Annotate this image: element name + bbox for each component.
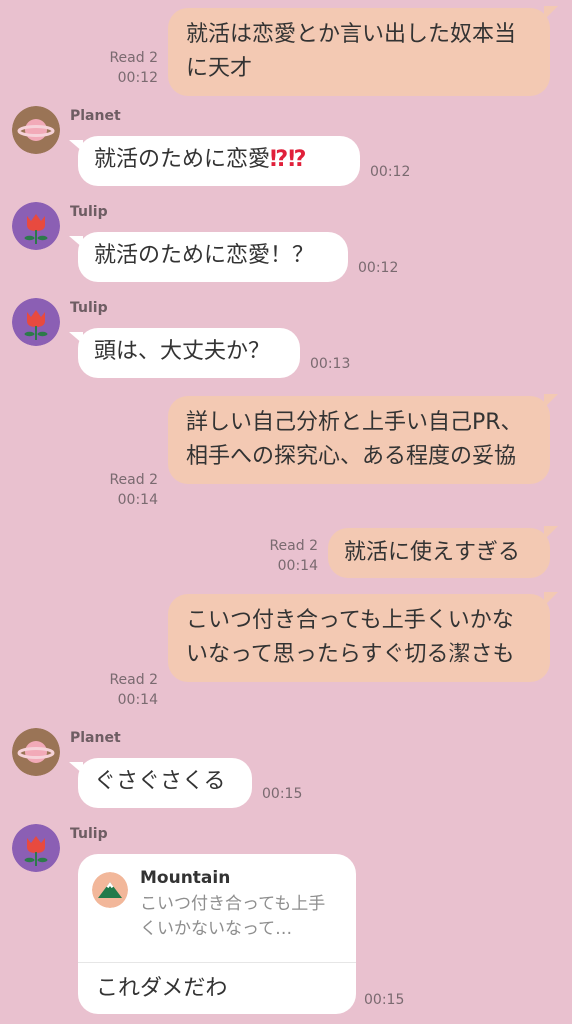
message-text: こいつ付き合っても上手くいかないなって思ったらすぐ切る潔さも [186,608,515,667]
timestamp: 00:15 [364,992,405,1008]
tulip-icon [12,298,60,346]
outgoing-message[interactable]: 詳しい自己分析と上手い自己PR、相手への探究心、ある程度の妥協 [168,394,558,484]
planet-icon [12,106,60,154]
avatar-mountain [92,872,128,908]
planet-icon [12,728,60,776]
read-receipt: Read 2 [269,538,318,554]
message-meta: Read 2 00:12 [100,48,158,88]
interrobang-emoji: ⁉⁉ [270,147,307,172]
timestamp: 00:14 [117,692,158,708]
quote-text: こいつ付き合っても上手くいかないなって… [140,894,326,939]
timestamp: 00:13 [310,356,351,372]
timestamp: 00:12 [358,260,399,276]
sender-name: Tulip [70,300,108,316]
message-text: ぐさぐさくる [94,769,226,794]
timestamp: 00:12 [370,164,411,180]
message-text: 詳しい自己分析と上手い自己PR、相手への探究心、ある程度の妥協 [186,410,523,469]
timestamp: 00:15 [262,786,303,802]
message-meta: Read 2 00:14 [100,670,158,710]
avatar-planet[interactable] [12,106,60,154]
outgoing-message[interactable]: こいつ付き合っても上手くいかないなって思ったらすぐ切る潔さも [168,592,558,682]
outgoing-message[interactable]: 就活は恋愛とか言い出した奴本当に天才 [168,6,558,96]
message-text: 就活のために恋愛！？ [94,243,315,268]
incoming-message[interactable]: ぐさぐさくる [69,758,252,808]
read-receipt: Read 2 [109,672,158,688]
incoming-message[interactable]: 就活のために恋愛！？ [69,232,348,282]
avatar-tulip[interactable] [12,202,60,250]
message-text: 就活は恋愛とか言い出した奴本当に天才 [186,22,517,81]
sender-name: Tulip [70,204,108,220]
tulip-icon [12,202,60,250]
quote-sender: Mountain [140,868,231,888]
reply-message[interactable]: Mountain こいつ付き合っても上手くいかないなって… これダメだわ [78,854,356,1014]
message-meta: Read 2 00:14 [100,470,158,510]
timestamp: 00:14 [117,492,158,508]
sender-name: Planet [70,108,121,124]
sender-name: Tulip [70,826,108,842]
avatar-tulip[interactable] [12,824,60,872]
message-meta: Read 2 00:14 [258,536,318,576]
message-text: 頭は、大丈夫か？ [94,339,271,364]
sender-name: Planet [70,730,121,746]
mountain-icon [92,872,128,908]
divider [78,962,356,963]
read-receipt: Read 2 [109,50,158,66]
outgoing-message[interactable]: 就活に使えすぎる [328,526,558,578]
incoming-message[interactable]: 就活のために恋愛⁉⁉ [69,136,360,186]
quoted-message[interactable]: Mountain こいつ付き合っても上手くいかないなって… [78,854,356,962]
incoming-message[interactable]: 頭は、大丈夫か？ [69,328,300,378]
tulip-icon [12,824,60,872]
timestamp: 00:12 [117,70,158,86]
message-text: 就活に使えすぎる [344,540,521,565]
message-text: 就活のために恋愛 [94,147,271,172]
message-text: これダメだわ [96,976,228,1001]
avatar-tulip[interactable] [12,298,60,346]
avatar-planet[interactable] [12,728,60,776]
read-receipt: Read 2 [109,472,158,488]
timestamp: 00:14 [277,558,318,574]
